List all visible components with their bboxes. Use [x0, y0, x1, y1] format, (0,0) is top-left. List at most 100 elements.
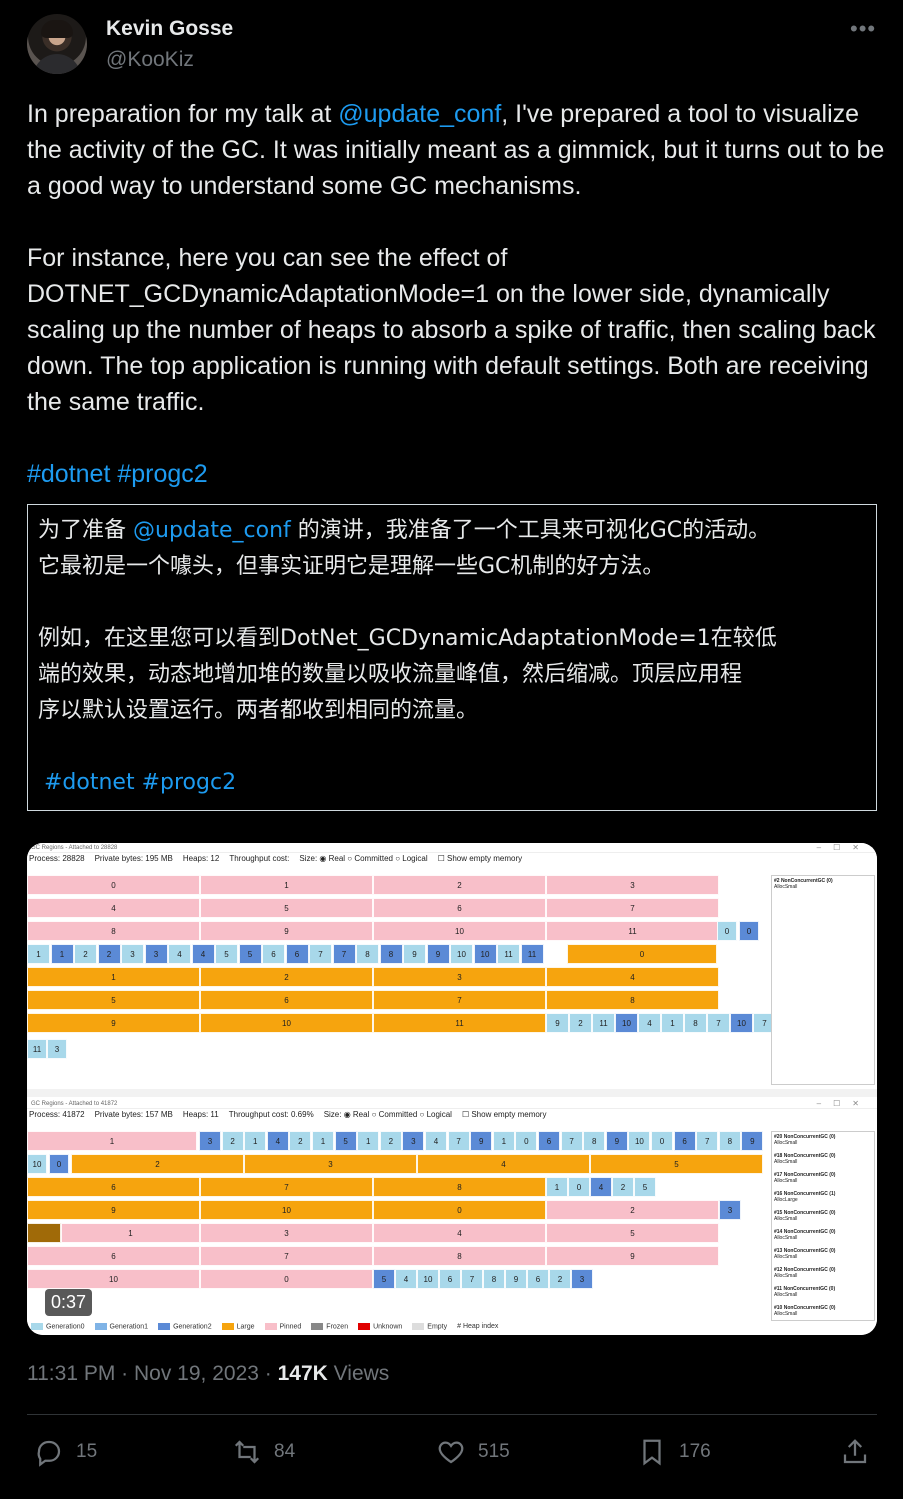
- translation-mention-link[interactable]: @update_conf: [133, 518, 291, 543]
- heap-region-cell: 3: [199, 1131, 221, 1151]
- heap-region-cell: 1: [357, 1131, 380, 1151]
- heap-region-cell: 3: [200, 1223, 373, 1243]
- gc-event-item[interactable]: #13 NonConcurrentGC (0) AllocSmall: [774, 1248, 872, 1260]
- share-button[interactable]: [840, 1430, 870, 1474]
- heap-region-cell: 5: [200, 898, 373, 918]
- meta-separator: ·: [258, 1362, 278, 1385]
- author-handle[interactable]: @KooKiz: [106, 48, 194, 72]
- heap-region-cell: 10: [27, 1154, 47, 1174]
- heap-region-cell: 4: [638, 1013, 661, 1033]
- heap-region-cell: 10: [730, 1013, 753, 1033]
- heap-region-cell: 4: [425, 1131, 447, 1151]
- hashtags[interactable]: #dotnet #progc2: [27, 460, 208, 488]
- gc-event-item[interactable]: #18 NonConcurrentGC (0) AllocSmall: [774, 1153, 872, 1165]
- gc-event-sub: AllocSmall: [774, 1140, 798, 1146]
- gc-event-item[interactable]: #12 NonConcurrentGC (0) AllocSmall: [774, 1267, 872, 1279]
- heap-region-cell: 10: [200, 1013, 373, 1033]
- like-button[interactable]: 515: [436, 1430, 510, 1474]
- heap-region-cell: 6: [27, 1177, 200, 1197]
- heap-region-cell: 0: [568, 1177, 590, 1197]
- legend-item: Empty: [412, 1323, 447, 1330]
- heap-region-cell: 6: [262, 944, 285, 964]
- translation-para-1: 为了准备 @update_conf 的演讲，我准备了一个工具来可视化GC的活动。…: [38, 513, 866, 585]
- heap-region-cell: 9: [470, 1131, 493, 1151]
- heap-region-cell: 1: [546, 1177, 568, 1197]
- heap-region-cell: 8: [356, 944, 379, 964]
- heap-region-cell: 3: [571, 1269, 593, 1289]
- heap-region-cell: 1: [61, 1223, 200, 1243]
- heap-region-cell: 5: [373, 1269, 395, 1289]
- heap-region-cell: 9: [27, 1013, 200, 1033]
- reply-button[interactable]: 15: [34, 1430, 97, 1474]
- heap-region-cell: 7: [373, 990, 546, 1010]
- heap-region-cell: 5: [546, 1223, 719, 1243]
- heap-region-cell: 8: [583, 1131, 606, 1151]
- legend-item: Generation1: [94, 1323, 148, 1330]
- post-date[interactable]: Nov 19, 2023: [134, 1362, 259, 1385]
- mention-link[interactable]: @update_conf: [338, 100, 501, 128]
- process-info-bar: Process: 28828 Private bytes: 195 MB Hea…: [27, 853, 877, 865]
- legend-swatch: [94, 1323, 107, 1330]
- heap-region-cell: 9: [741, 1131, 764, 1151]
- heap-region-cell: 2: [221, 1131, 244, 1151]
- heap-region-cell: 2: [546, 1200, 719, 1220]
- gc-event-item[interactable]: #17 NonConcurrentGC (0) AllocSmall: [774, 1172, 872, 1184]
- legend-item: Pinned: [264, 1323, 301, 1330]
- gc-event-item[interactable]: #2 NonConcurrentGC (0) AllocSmall: [774, 878, 872, 890]
- window-controls: –☐✕: [816, 843, 871, 852]
- post-time[interactable]: 11:31 PM: [27, 1362, 115, 1385]
- gc-event-item[interactable]: #11 NonConcurrentGC (0) AllocSmall: [774, 1286, 872, 1298]
- author-name[interactable]: Kevin Gosse: [106, 17, 233, 41]
- heap-region-cell: 9: [27, 1200, 200, 1220]
- heap-region-cell: 10: [200, 1200, 373, 1220]
- avatar[interactable]: [27, 14, 87, 74]
- retweet-button[interactable]: 84: [232, 1430, 295, 1474]
- heap-region-cell: 9: [200, 921, 373, 941]
- info-heaps: Heaps: 11: [182, 1110, 219, 1119]
- legend-swatch: [358, 1323, 371, 1330]
- gc-event-item[interactable]: #16 NonConcurrentGC (1) AllocLarge: [774, 1191, 872, 1203]
- bookmark-button[interactable]: 176: [637, 1430, 711, 1474]
- gc-event-item[interactable]: #20 NonConcurrentGC (0) AllocSmall: [774, 1134, 872, 1146]
- heap-region-cell: 3: [47, 1039, 67, 1059]
- translation-hashtags[interactable]: #dotnet #progc2: [38, 765, 866, 801]
- info-process: Process: 41872: [29, 1110, 85, 1119]
- window-title: GC Regions - Attached to 28828: [27, 843, 877, 853]
- heap-region-cell: 7: [200, 1246, 373, 1266]
- gc-event-item[interactable]: #15 NonConcurrentGC (0) AllocSmall: [774, 1210, 872, 1222]
- more-options-icon[interactable]: •••: [850, 16, 876, 42]
- heap-region-cell: 7: [696, 1131, 719, 1151]
- heap-region-cell: 1: [27, 944, 50, 964]
- gc-regions-window-top: GC Regions - Attached to 28828 –☐✕ Proce…: [27, 843, 877, 1089]
- heap-region-cell: 11: [520, 944, 544, 964]
- heap-region-cell: 11: [546, 921, 719, 941]
- gc-event-sub: AllocSmall: [774, 1311, 798, 1317]
- translation-line1-start: 为了准备: [38, 518, 133, 543]
- heap-region-cell: 0: [200, 1269, 373, 1289]
- heap-region-cell: 10: [628, 1131, 651, 1151]
- gc-event-sub: AllocSmall: [774, 1273, 798, 1279]
- heap-region-cell: 2: [74, 944, 97, 964]
- translation-box: 为了准备 @update_conf 的演讲，我准备了一个工具来可视化GC的活动。…: [27, 504, 877, 811]
- legend-swatch: [221, 1323, 234, 1330]
- info-size-options: Size: ◉ Real ○ Committed ○ Logical: [323, 1110, 452, 1119]
- video-player[interactable]: GC Regions - Attached to 28828 –☐✕ Proce…: [27, 843, 877, 1335]
- views-label: Views: [327, 1362, 390, 1385]
- tweet-text-start: In preparation for my talk at: [27, 100, 339, 128]
- heap-region-cell: 8: [718, 1131, 741, 1151]
- heap-region-cell: 6: [527, 1269, 549, 1289]
- heap-region-cell: 4: [373, 1223, 546, 1243]
- gc-event-item[interactable]: #14 NonConcurrentGC (0) AllocSmall: [774, 1229, 872, 1241]
- heap-region-cell: 10: [373, 921, 546, 941]
- gc-event-item[interactable]: #10 NonConcurrentGC (0) AllocSmall: [774, 1305, 872, 1317]
- heap-region-cell: 11: [27, 1039, 47, 1059]
- heap-region-cell: 1: [661, 1013, 684, 1033]
- gc-event-sub: AllocSmall: [774, 1235, 798, 1241]
- legend-label: Empty: [427, 1323, 448, 1331]
- gc-event-sub: AllocSmall: [774, 1159, 798, 1165]
- heap-region-cell: 0: [515, 1131, 538, 1151]
- heap-region-cell: 2: [289, 1131, 312, 1151]
- tweet-text: In preparation for my talk at @update_co…: [27, 96, 887, 492]
- retweet-count: 84: [274, 1441, 296, 1462]
- legend-item: Generation2: [158, 1323, 212, 1330]
